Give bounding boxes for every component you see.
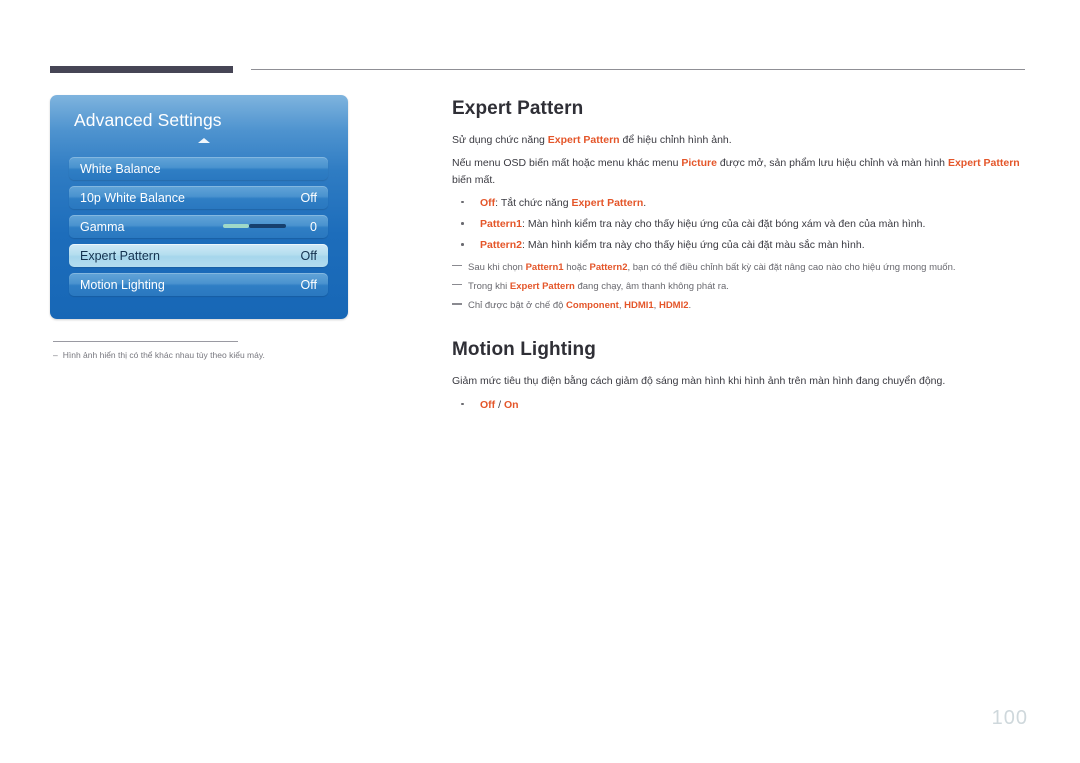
bullet-dot-icon	[461, 402, 464, 406]
text-run: biến mất.	[452, 173, 496, 186]
osd-row[interactable]: Gamma 0	[69, 215, 328, 238]
note-item: Trong khi Expert Pattern đang chạy, âm t…	[452, 280, 1027, 294]
note-dash-icon	[452, 303, 462, 305]
keyword-term: Pattern1	[480, 218, 523, 231]
header-rule-line	[251, 69, 1025, 70]
body-paragraph: Nếu menu OSD biến mất hoặc menu khác men…	[452, 155, 1027, 188]
document-content-column: Expert Pattern Sử dụng chức năng Expert P…	[452, 98, 1027, 418]
note-dash-icon	[452, 264, 462, 267]
keyword-term: Pattern2	[589, 261, 628, 273]
osd-panel-title: Advanced Settings	[74, 110, 222, 130]
osd-menu-list: White Balance 10p White Balance Off Gamma 0 E…	[69, 157, 328, 302]
osd-footnote: – Hình ảnh hiển thị có thể khác nhau tùy…	[53, 350, 350, 362]
keyword-term: HDMI2	[658, 300, 689, 312]
keyword-term: Component	[566, 300, 619, 312]
text-run: : Màn hình kiểm tra này cho thấy hiệu ứn…	[522, 218, 926, 231]
keyword-term: HDMI1	[624, 300, 654, 312]
section-title: Expert Pattern	[452, 98, 584, 119]
page-header-rules	[0, 0, 1080, 90]
text-run: .	[643, 196, 647, 209]
text-run: /	[495, 398, 504, 411]
bullet-dot-icon	[461, 222, 464, 225]
note-list: Sau khi chọn Pattern1 hoặc Pattern2, bạn…	[452, 261, 1027, 314]
osd-illustration-column: Advanced Settings White Balance 10p White…	[50, 95, 350, 362]
slider-fill-right	[249, 224, 286, 228]
keyword-term: Off	[480, 398, 496, 411]
keyword-term: Off	[480, 196, 496, 209]
keyword-term: Pattern2	[480, 239, 523, 252]
text-run: được mở, sản phẩm lưu hiệu chỉnh và màn …	[716, 157, 948, 170]
text-run: , bạn có thể điều chỉnh bất kỳ cài đặt n…	[627, 261, 956, 273]
header-rule-accent	[50, 66, 233, 73]
osd-row[interactable]: 10p White Balance Off	[69, 186, 328, 209]
keyword-term: Expert Pattern	[571, 196, 644, 209]
osd-row-label: 10p White Balance	[80, 190, 185, 205]
option-list-item: Off / On	[452, 397, 1027, 413]
text-run: đang chạy, âm thanh không phát ra.	[574, 280, 729, 292]
text-run: .	[688, 300, 692, 312]
section-title: Motion Lighting	[452, 339, 596, 361]
bullet-dot-icon	[461, 200, 464, 204]
text-run: Chỉ được bật ở chế độ	[468, 300, 567, 312]
text-run: : Màn hình kiểm tra này cho thấy hiệu ứn…	[522, 239, 865, 252]
keyword-term: Expert Pattern	[547, 134, 620, 146]
option-list-item: Pattern2: Màn hình kiểm tra này cho thấy…	[452, 237, 1027, 253]
osd-menu-panel: Advanced Settings White Balance 10p White…	[50, 95, 348, 319]
text-run: Nếu menu OSD biến mất hoặc menu khác men…	[452, 157, 682, 170]
note-item: Sau khi chọn Pattern1 hoặc Pattern2, bạn…	[452, 261, 1027, 275]
note-item: Chỉ được bật ở chế độ Component, HDMI1, …	[452, 299, 1027, 313]
osd-row-label: Motion Lighting	[80, 277, 165, 292]
osd-row-value: Off	[300, 190, 317, 205]
chevron-up-icon[interactable]	[198, 138, 210, 143]
osd-row[interactable]: Motion Lighting Off	[69, 273, 328, 296]
text-run: Sau khi chọn	[468, 261, 526, 273]
footnote-text: Hình ảnh hiển thị có thể khác nhau tùy t…	[62, 350, 265, 360]
note-dash-icon	[452, 283, 462, 286]
keyword-term: Pattern1	[525, 261, 564, 273]
option-list-item: Pattern1: Màn hình kiểm tra này cho thấy…	[452, 216, 1027, 232]
keyword-term: Expert Pattern	[509, 280, 575, 292]
keyword-term: On	[503, 398, 519, 411]
osd-row[interactable]: Expert Pattern Off	[69, 244, 328, 267]
osd-row[interactable]: White Balance	[69, 157, 328, 180]
option-list-item: Off: Tắt chức năng Expert Pattern.	[452, 195, 1027, 211]
osd-row-label: White Balance	[80, 161, 161, 176]
text-run: hoặc	[563, 261, 590, 273]
page-number: 100	[991, 707, 1028, 729]
osd-row-value: Off	[300, 277, 317, 292]
body-paragraph: Giảm mức tiêu thụ điện bằng cách giảm độ…	[452, 373, 1027, 389]
osd-row-label: Gamma	[80, 219, 125, 234]
keyword-term: Expert Pattern	[947, 157, 1020, 170]
option-list: Off / On	[452, 397, 1027, 413]
body-paragraph: Sử dụng chức năng Expert Pattern để hiệu…	[452, 132, 1027, 148]
slider-fill-left	[223, 224, 249, 228]
option-list: Off: Tắt chức năng Expert Pattern. Patter…	[452, 195, 1027, 254]
text-run: Sử dụng chức năng	[452, 134, 548, 146]
text-run: để hiệu chỉnh hình ảnh.	[619, 134, 732, 146]
text-run: Giảm mức tiêu thụ điện bằng cách giảm độ…	[452, 375, 946, 388]
text-run: Trong khi	[468, 280, 510, 292]
osd-row-value: 0	[310, 219, 317, 234]
footnote-divider	[53, 341, 238, 342]
keyword-term: Picture	[681, 157, 717, 170]
bullet-dot-icon	[461, 243, 464, 246]
footnote-dash: –	[53, 350, 58, 360]
osd-row-value: Off	[300, 248, 317, 263]
osd-row-label: Expert Pattern	[80, 248, 160, 263]
text-run: : Tắt chức năng	[495, 196, 572, 209]
gamma-slider[interactable]	[223, 224, 286, 228]
